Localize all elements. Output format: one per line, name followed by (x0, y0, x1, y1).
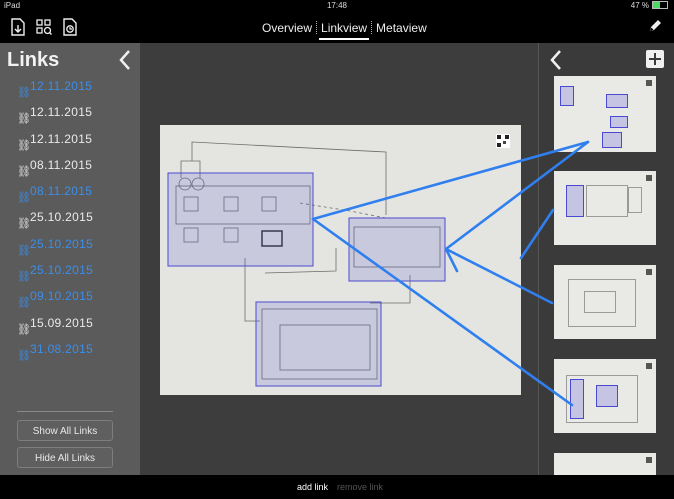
link-item[interactable]: ⛓ 31.08.2015 (0, 336, 140, 362)
remove-link-button[interactable]: remove link (337, 482, 383, 492)
region-lower-screen[interactable] (255, 301, 382, 387)
links-sidebar: Links ⛓ 12.11.2015 ⛓ 12.11.2015 ⛓ 12.11.2015 ⛓… (0, 43, 140, 475)
top-toolbar: Overview Linkview Metaview (0, 11, 674, 43)
link-date: 31.08.2015 (30, 341, 94, 356)
thumbnail-qr (646, 363, 652, 369)
link-item[interactable]: ⛓ 12.11.2015 (0, 126, 140, 152)
thumbnail-qr (646, 80, 652, 86)
tab-metaview[interactable]: Metaview (374, 21, 429, 35)
sketch-thumbnail[interactable] (554, 359, 656, 433)
thumbnail-sketch (584, 291, 616, 313)
thumbnail-qr (646, 457, 652, 463)
export-document-icon[interactable] (62, 18, 78, 36)
thumbnail-sketch (566, 375, 638, 423)
sketch-canvas[interactable] (140, 43, 538, 475)
linked-sketches-panel (538, 43, 674, 475)
thumbnail-region (560, 86, 574, 106)
link-item[interactable]: ⛓ 12.11.2015 (0, 73, 140, 99)
link-date: 12.11.2015 (30, 79, 93, 93)
add-sketch-icon[interactable] (646, 50, 664, 68)
battery-indicator: 47 % (631, 1, 668, 10)
collapse-sidebar-icon[interactable] (118, 49, 132, 71)
chain-link-icon: ⛓ (17, 349, 32, 362)
link-date: 08.11.2015 (30, 184, 93, 199)
link-item[interactable]: ⛓ 08.11.2015 (0, 178, 140, 204)
link-date: 15.09.2015 (30, 315, 94, 330)
link-item[interactable]: ⛓ 08.11.2015 (0, 152, 140, 178)
region-detail-screen[interactable] (348, 217, 446, 282)
region-main-screen[interactable] (167, 172, 314, 267)
sidebar-title: Links (7, 49, 60, 71)
battery-icon (652, 1, 668, 9)
qr-scan-icon[interactable] (36, 18, 52, 36)
hide-all-links-button[interactable]: Hide All Links (17, 447, 113, 468)
status-bar: iPad 17:48 47 % (0, 0, 674, 11)
sketch-thumbnail[interactable] (554, 265, 656, 339)
show-all-links-button[interactable]: Show All Links (17, 420, 113, 441)
bottom-bar: add link remove link (0, 475, 674, 499)
view-tabs: Overview Linkview Metaview (260, 21, 429, 40)
link-list: ⛓ 12.11.2015 ⛓ 12.11.2015 ⛓ 12.11.2015 ⛓ 08.11.… (0, 73, 140, 362)
link-item[interactable]: ⛓ 15.09.2015 (0, 310, 140, 336)
link-item[interactable]: ⛓ 12.11.2015 (0, 99, 140, 125)
link-item[interactable]: ⛓ 09.10.2015 (0, 283, 140, 309)
thumbnail-sketch (628, 187, 642, 213)
thumbnail-qr (646, 269, 652, 275)
sketch-thumbnail[interactable] (554, 171, 656, 245)
tab-divider (316, 21, 318, 34)
sidebar-divider (17, 411, 113, 412)
pencil-icon[interactable] (648, 19, 662, 33)
link-item[interactable]: ⛓ 25.10.2015 (0, 204, 140, 230)
link-item[interactable]: ⛓ 25.10.2015 (0, 231, 140, 257)
link-date: 09.10.2015 (30, 289, 94, 304)
link-date: 12.11.2015 (30, 131, 93, 146)
collapse-panel-icon[interactable] (549, 49, 563, 71)
thumbnail-region (606, 94, 628, 108)
paper-qr-code (496, 134, 510, 148)
import-photo-icon[interactable] (10, 18, 26, 36)
thumbnail-sketch (586, 185, 628, 217)
link-date: 08.11.2015 (30, 157, 93, 172)
add-link-button[interactable]: add link (297, 482, 328, 492)
sketch-thumbnail[interactable] (554, 76, 656, 152)
link-date: 25.10.2015 (30, 263, 94, 278)
link-item[interactable]: ⛓ 25.10.2015 (0, 257, 140, 283)
link-date: 25.10.2015 (30, 236, 94, 251)
sketch-thumbnail[interactable] (554, 453, 656, 475)
tab-overview[interactable]: Overview (260, 21, 314, 35)
thumbnail-region (602, 132, 622, 148)
thumbnail-region (610, 116, 628, 128)
link-date: 25.10.2015 (30, 210, 94, 225)
thumbnail-region (566, 185, 584, 217)
thumbnail-qr (646, 175, 652, 181)
status-time: 17:48 (326, 1, 348, 10)
tab-linkview[interactable]: Linkview (319, 21, 370, 40)
tab-divider (371, 21, 373, 34)
link-date: 12.11.2015 (30, 105, 93, 120)
